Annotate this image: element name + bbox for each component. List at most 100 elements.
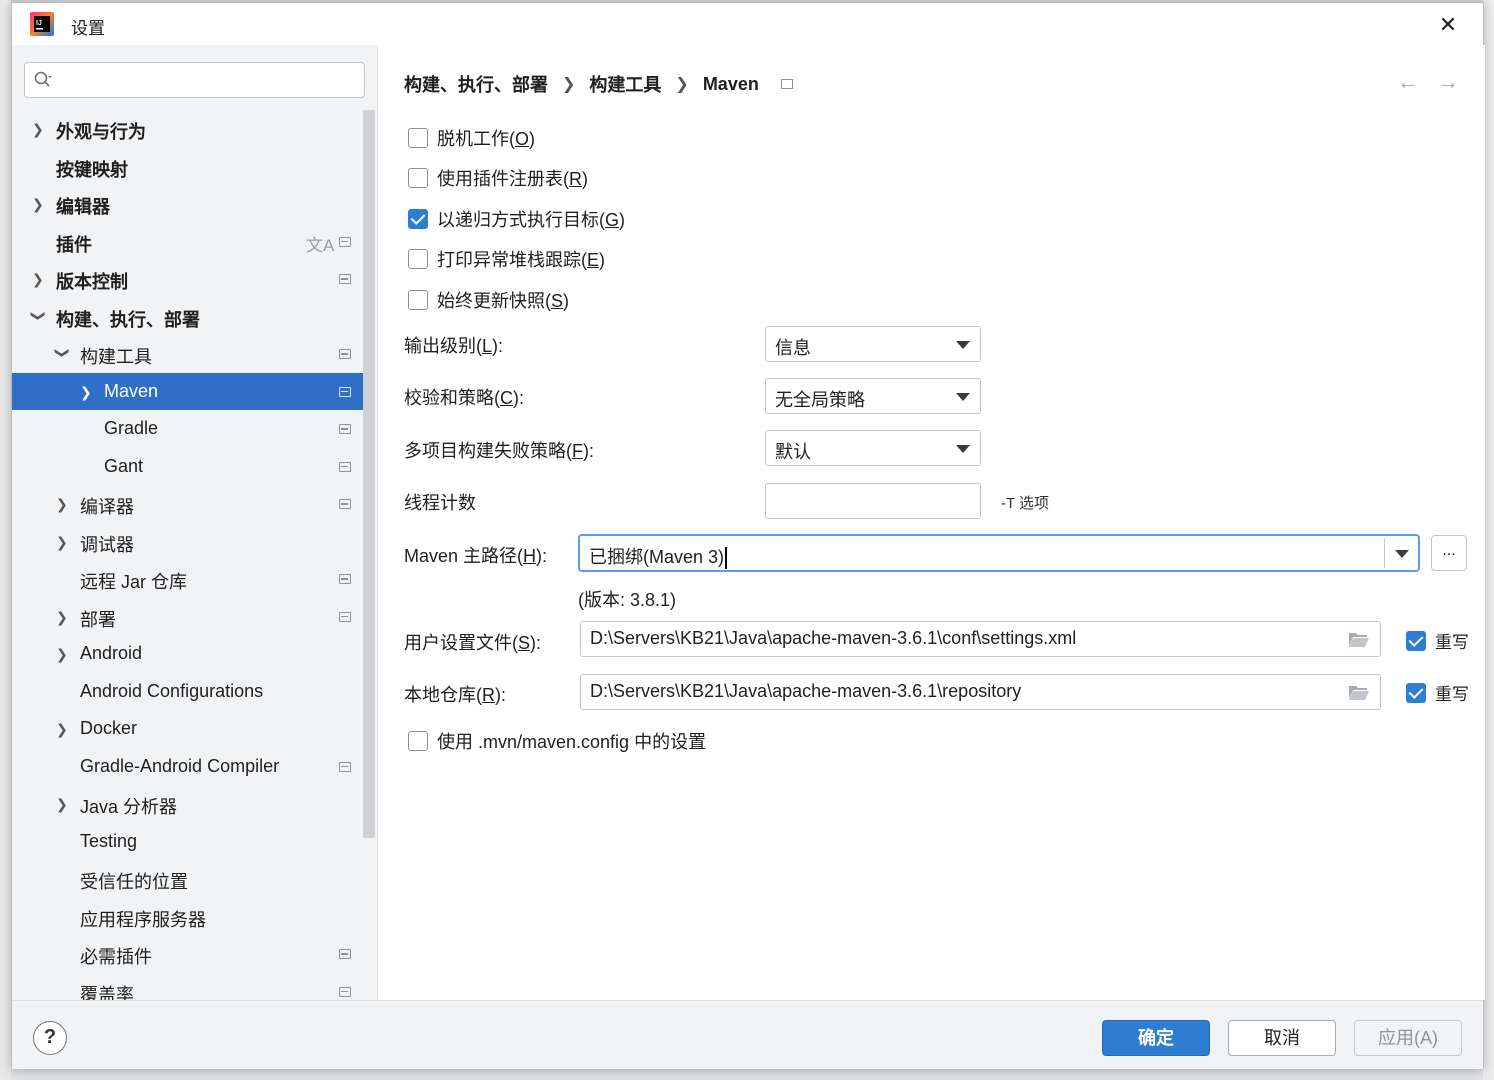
tree-item-compiler[interactable]: ❯ 编译器	[12, 485, 364, 523]
tree-item-editor[interactable]: ❯ 编辑器	[12, 185, 364, 223]
user-settings-override-checkbox[interactable]: 重写	[1406, 628, 1469, 653]
tree-item-label: 调试器	[80, 534, 134, 555]
dropdown-arrow-icon	[956, 445, 970, 453]
checkbox-box[interactable]	[408, 209, 428, 229]
tree-item-label: 构建工具	[80, 347, 152, 367]
user-settings-path-field[interactable]: D:\Servers\KB21\Java\apache-maven-3.6.1\…	[580, 621, 1381, 657]
tree-item-android-configurations[interactable]: Android Configurations	[12, 673, 364, 711]
help-button[interactable]: ?	[33, 1021, 67, 1055]
tree-item-debugger[interactable]: ❯ 调试器	[12, 523, 364, 561]
checksum-policy-select[interactable]: 无全局策略	[765, 378, 981, 414]
checkbox-box[interactable]	[408, 249, 428, 269]
combobox-divider	[1384, 538, 1385, 568]
dropdown-arrow-icon[interactable]	[1395, 550, 1409, 558]
tree-item-label: 应用程序服务器	[80, 909, 206, 930]
offline-checkbox[interactable]: 脱机工作(O)	[408, 125, 535, 151]
tree-item-trusted-locations[interactable]: 受信任的位置	[12, 860, 364, 898]
multiproject-fail-policy-select[interactable]: 默认	[765, 430, 981, 466]
thread-count-label: 线程计数	[404, 493, 476, 513]
always-update-snapshots-checkbox[interactable]: 始终更新快照(S)	[408, 287, 569, 313]
tree-item-label: 插件	[56, 234, 92, 255]
checkbox-box[interactable]	[408, 731, 428, 751]
folder-open-icon[interactable]	[1348, 631, 1370, 648]
chevron-down-icon: ❯	[55, 347, 71, 359]
checkbox-label: 重写	[1435, 685, 1469, 704]
tree-item-required-plugins[interactable]: 必需插件	[12, 935, 364, 973]
tree-item-docker[interactable]: ❯ Docker	[12, 710, 364, 748]
settings-search[interactable]	[24, 62, 365, 98]
path-value[interactable]: D:\Servers\KB21\Java\apache-maven-3.6.1\…	[590, 628, 1076, 649]
recursive-goals-checkbox[interactable]: 以递归方式执行目标(G)	[408, 206, 625, 232]
tree-item-coverage[interactable]: 覆盖率	[12, 973, 364, 1001]
back-arrow-icon[interactable]: ←	[1397, 69, 1419, 95]
breadcrumb-item[interactable]: 构建、执行、部署	[404, 71, 548, 97]
checkbox-box[interactable]	[408, 290, 428, 310]
project-scope-icon	[339, 611, 351, 622]
output-level-select[interactable]: 信息	[765, 326, 981, 362]
ok-button[interactable]: 确定	[1102, 1020, 1210, 1056]
checkbox-box[interactable]	[408, 128, 428, 148]
local-repository-label: 本地仓库(R):	[404, 685, 506, 705]
forward-arrow-icon[interactable]: →	[1437, 69, 1459, 95]
tree-item-gant[interactable]: Gant	[12, 448, 364, 486]
settings-tree: ❯ 外观与行为 按键映射 ❯ 编辑器 插件 文A ❯ 版本控制 ❯ 构建、执行、…	[12, 110, 364, 1000]
local-repository-override-checkbox[interactable]: 重写	[1406, 680, 1469, 705]
chevron-right-icon: ❯	[56, 796, 68, 812]
tree-item-remote-jar-repos[interactable]: 远程 Jar 仓库	[12, 560, 364, 598]
tree-item-deployment[interactable]: ❯ 部署	[12, 598, 364, 636]
background-left-edge	[0, 0, 11, 1080]
browse-maven-home-button[interactable]: ...	[1431, 535, 1467, 571]
tree-item-gradle[interactable]: Gradle	[12, 410, 364, 448]
mvn-config-checkbox[interactable]: 使用 .mvn/maven.config 中的设置	[408, 728, 706, 754]
checkbox-box[interactable]	[1406, 682, 1426, 703]
translate-icon: 文A	[306, 235, 335, 255]
thread-count-hint: -T 选项	[1001, 495, 1050, 512]
tree-item-label: Gradle-Android Compiler	[80, 755, 280, 776]
checkbox-label: 使用插件注册表(R)	[437, 169, 588, 189]
tree-item-build-tools[interactable]: ❯ 构建工具	[12, 335, 364, 373]
tree-item-maven[interactable]: ❯ Maven	[12, 372, 364, 410]
tree-item-application-servers[interactable]: 应用程序服务器	[12, 898, 364, 936]
search-input[interactable]	[59, 67, 359, 93]
tree-item-java-profiler[interactable]: ❯ Java 分析器	[12, 785, 364, 823]
checkbox-label: 脱机工作(O)	[437, 129, 536, 149]
tree-item-label: Gradle	[104, 418, 159, 438]
tree-item-plugins[interactable]: 插件 文A	[12, 223, 364, 261]
checkbox-box[interactable]	[408, 168, 428, 188]
tree-item-label: Java 分析器	[80, 797, 178, 817]
checkbox-box[interactable]	[1406, 630, 1426, 651]
plugin-registry-checkbox[interactable]: 使用插件注册表(R)	[408, 165, 588, 191]
path-value[interactable]: D:\Servers\KB21\Java\apache-maven-3.6.1\…	[590, 681, 1021, 702]
cancel-button[interactable]: 取消	[1228, 1020, 1336, 1056]
chevron-right-icon: ❯	[56, 533, 68, 550]
tree-item-vcs[interactable]: ❯ 版本控制	[12, 260, 364, 298]
tree-item-android[interactable]: ❯ Android	[12, 635, 364, 673]
tree-item-label: Testing	[80, 830, 138, 851]
folder-open-icon[interactable]	[1348, 684, 1370, 701]
print-stack-trace-checkbox[interactable]: 打印异常堆栈跟踪(E)	[408, 246, 605, 272]
maven-home-combobox[interactable]: 已捆绑(Maven 3)	[578, 534, 1420, 572]
history-navigation: ← →	[1397, 69, 1459, 95]
tree-item-appearance[interactable]: ❯ 外观与行为	[12, 110, 364, 148]
apply-button[interactable]: 应用(A)	[1354, 1020, 1462, 1056]
tree-item-keymap[interactable]: 按键映射	[12, 148, 364, 186]
combobox-value[interactable]: 已捆绑(Maven 3)	[589, 543, 727, 570]
tree-item-gradle-android-compiler[interactable]: Gradle-Android Compiler	[12, 748, 364, 786]
chevron-right-icon: ❯	[80, 383, 92, 400]
close-button[interactable]: ✕	[1433, 11, 1463, 39]
maven-home-label: Maven 主路径(H):	[404, 546, 548, 566]
chevron-right-icon: ❯	[56, 496, 68, 512]
thread-count-input[interactable]	[765, 483, 981, 519]
checkbox-label: 使用 .mvn/maven.config 中的设置	[437, 732, 707, 752]
checkbox-label: 始终更新快照(S)	[437, 291, 570, 311]
tree-item-label: 覆盖率	[80, 984, 134, 1001]
local-repository-path-field[interactable]: D:\Servers\KB21\Java\apache-maven-3.6.1\…	[580, 674, 1381, 710]
search-icon	[34, 71, 52, 87]
sidebar-scrollbar[interactable]	[363, 110, 375, 838]
tree-item-build-execution-deployment[interactable]: ❯ 构建、执行、部署	[12, 298, 364, 336]
project-scope-icon	[339, 461, 351, 472]
tree-item-label: 编辑器	[56, 197, 110, 217]
tree-item-testing[interactable]: Testing	[12, 823, 364, 861]
maven-settings-panel: 构建、执行、部署 ❯ 构建工具 ❯ Maven ← → 脱机工作(O) 使用插件…	[378, 45, 1485, 1000]
breadcrumb-item[interactable]: 构建工具	[589, 71, 661, 97]
